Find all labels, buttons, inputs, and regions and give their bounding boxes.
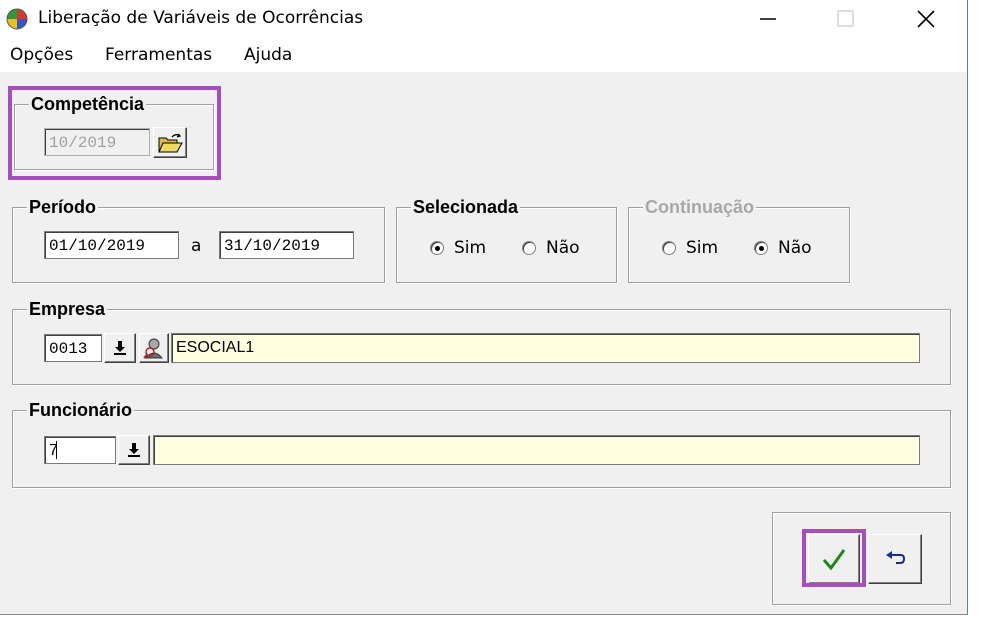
actions-group: [772, 512, 951, 605]
close-icon: [917, 10, 935, 28]
window-title: Liberação de Variáveis de Ocorrências: [38, 8, 364, 28]
continuacao-nao-radio[interactable]: Não: [754, 238, 812, 258]
undo-button[interactable]: [868, 534, 922, 584]
periodo-label: Período: [27, 195, 99, 219]
text-cursor: [56, 441, 57, 459]
periodo-start-input[interactable]: 01/10/2019: [44, 231, 179, 259]
confirm-button[interactable]: [808, 534, 860, 584]
minimize-button[interactable]: [738, 0, 798, 38]
title-bar: Liberação de Variáveis de Ocorrências: [0, 0, 967, 38]
person-search-icon: [143, 338, 164, 359]
selecionada-label: Selecionada: [411, 195, 521, 219]
empresa-search-button[interactable]: [139, 333, 169, 363]
competencia-input[interactable]: 10/2019: [44, 128, 150, 156]
continuacao-label: Continuação: [643, 195, 757, 219]
funcionario-lookup-button[interactable]: [118, 435, 150, 465]
selecionada-nao-label: Não: [546, 238, 580, 258]
main-window: Liberação de Variáveis de Ocorrências Op…: [0, 0, 968, 615]
empresa-lookup-button[interactable]: [104, 333, 136, 363]
menu-opcoes[interactable]: Opções: [10, 45, 73, 65]
menu-ajuda[interactable]: Ajuda: [244, 45, 292, 65]
close-button[interactable]: [896, 0, 956, 38]
download-arrow-icon: [114, 341, 126, 355]
radio-unchecked-icon: [522, 241, 536, 255]
funcionario-label: Funcionário: [27, 398, 134, 422]
menu-bar: Opções Ferramentas Ajuda: [0, 38, 967, 72]
download-arrow-icon: [128, 443, 140, 457]
continuacao-sim-radio[interactable]: Sim: [662, 238, 718, 258]
open-folder-icon: [158, 133, 183, 152]
competencia-label: Competência: [29, 92, 147, 116]
undo-icon: [886, 551, 906, 564]
empresa-code-input[interactable]: 0013: [44, 334, 102, 362]
maximize-icon: [837, 10, 854, 27]
continuacao-nao-label: Não: [778, 238, 812, 258]
empresa-name-field: ESOCIAL1: [171, 333, 920, 363]
selecionada-sim-label: Sim: [454, 238, 487, 258]
continuacao-sim-label: Sim: [686, 238, 719, 258]
checkmark-icon: [822, 549, 846, 571]
radio-unchecked-icon: [662, 241, 676, 255]
selecionada-nao-radio[interactable]: Não: [522, 238, 580, 258]
funcionario-name-field: [153, 435, 920, 465]
funcionario-code-input[interactable]: 7: [44, 436, 116, 464]
app-globe-icon: [6, 8, 28, 30]
menu-ferramentas[interactable]: Ferramentas: [105, 45, 212, 65]
maximize-button[interactable]: [816, 0, 876, 38]
minimize-icon: [760, 18, 776, 20]
periodo-separator: a: [191, 236, 202, 256]
empresa-label: Empresa: [27, 297, 108, 321]
radio-checked-icon: [430, 241, 444, 255]
radio-checked-icon: [754, 241, 768, 255]
periodo-end-input[interactable]: 31/10/2019: [219, 231, 354, 259]
open-folder-button[interactable]: [153, 127, 187, 158]
selecionada-sim-radio[interactable]: Sim: [430, 238, 486, 258]
